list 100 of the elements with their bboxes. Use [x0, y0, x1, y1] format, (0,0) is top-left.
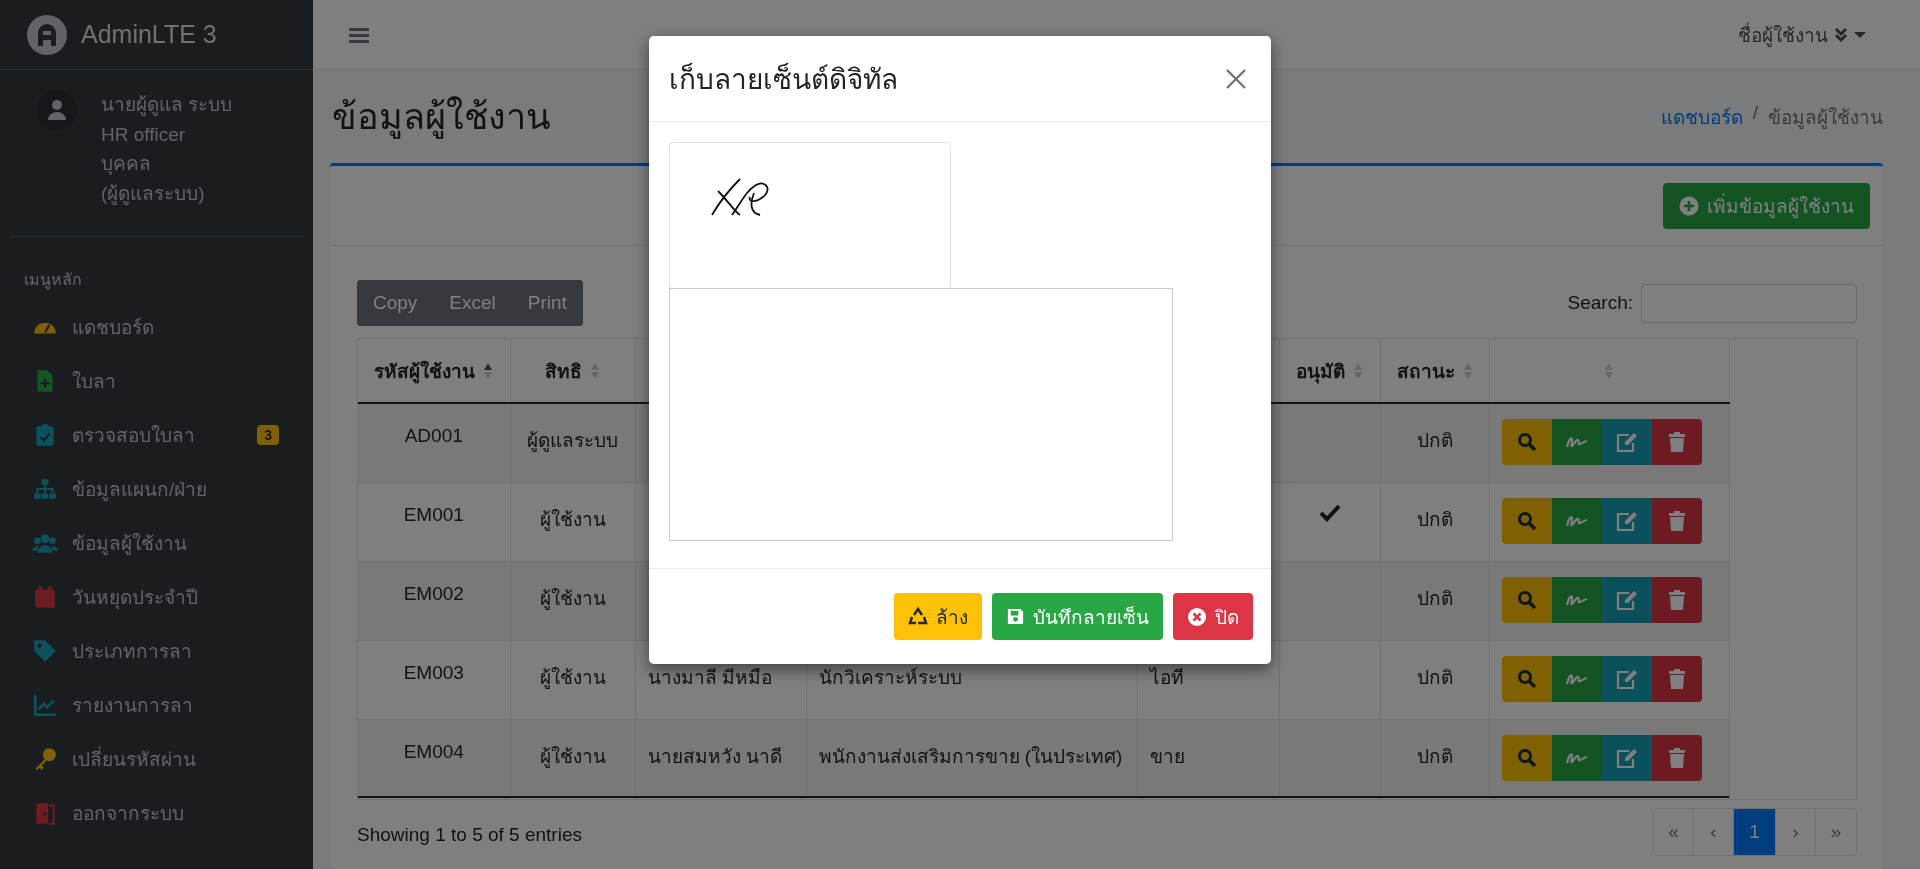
- view-button[interactable]: [1501, 655, 1552, 702]
- signature-icon: [1564, 513, 1589, 528]
- edit-icon: [1615, 432, 1638, 452]
- column-header[interactable]: สิทธิ: [510, 339, 635, 403]
- table-cell: พนักงานส่งเสริมการขาย (ในประเทศ): [818, 745, 1123, 767]
- save-icon: [1006, 607, 1025, 626]
- table-cell: ปกติ: [1416, 508, 1453, 530]
- edit-button[interactable]: [1601, 576, 1652, 623]
- sidebar-item[interactable]: แดชบอร์ด: [0, 300, 313, 354]
- search-icon: [1516, 510, 1537, 531]
- table-info: Showing 1 to 5 of 5 entries: [357, 824, 582, 846]
- clear-button[interactable]: ล้าง: [894, 593, 982, 640]
- sidebar-item[interactable]: ใบลา: [0, 354, 313, 408]
- close-button[interactable]: ปิด: [1173, 593, 1253, 640]
- double-chevron-icon: [1834, 26, 1848, 43]
- sidebar-item[interactable]: รายงานการลา: [0, 678, 313, 732]
- signature-button[interactable]: [1551, 497, 1602, 544]
- menu-icon[interactable]: [349, 25, 369, 44]
- signature-icon: [1564, 750, 1589, 765]
- breadcrumb-link[interactable]: แดชบอร์ด: [1660, 101, 1743, 132]
- user-info: HR officer: [101, 122, 187, 147]
- caret-icon: [1854, 30, 1866, 39]
- signature-button[interactable]: [1551, 419, 1602, 465]
- menu-header: เมนูหลัก: [23, 270, 83, 292]
- table-cell: ผู้ใช้งาน: [539, 745, 606, 767]
- user-menu[interactable]: ชื่อผู้ใช้งาน: [1732, 18, 1872, 51]
- page-button[interactable]: «: [1654, 809, 1694, 855]
- signature-icon: [1564, 592, 1589, 607]
- sidebar-item[interactable]: ออกจากระบบ: [0, 786, 313, 840]
- view-button[interactable]: [1501, 734, 1552, 781]
- plus-circle-icon: [1679, 195, 1699, 216]
- signature-icon: [1564, 671, 1589, 686]
- table-cell: ปกติ: [1416, 745, 1453, 767]
- search-icon: [1516, 432, 1537, 452]
- signature-icon: [1564, 435, 1589, 449]
- delete-button[interactable]: [1651, 419, 1702, 465]
- table-cell: ปกติ: [1416, 666, 1453, 688]
- column-header[interactable]: รหัสผู้ใช้งาน: [358, 339, 510, 403]
- signature-button[interactable]: [1551, 576, 1602, 623]
- view-button[interactable]: [1501, 419, 1552, 465]
- edit-button[interactable]: [1601, 734, 1652, 781]
- trash-icon: [1667, 668, 1686, 689]
- table-cell: ผู้ใช้งาน: [539, 587, 606, 609]
- signature-button[interactable]: [1551, 734, 1602, 781]
- search-icon: [1516, 747, 1537, 768]
- column-header[interactable]: สถานะ: [1380, 339, 1489, 403]
- table-cell: EM001: [403, 503, 464, 525]
- avatar-icon: [37, 90, 77, 130]
- logo-icon: [27, 14, 67, 55]
- signature-button[interactable]: [1551, 655, 1602, 702]
- delete-button[interactable]: [1651, 655, 1702, 702]
- table-cell: EM003: [403, 661, 464, 683]
- delete-button[interactable]: [1651, 497, 1702, 544]
- sidebar-item[interactable]: เปลี่ยนรหัสผ่าน: [0, 732, 313, 786]
- edit-icon: [1615, 510, 1638, 531]
- sidebar-item[interactable]: ข้อมูลแผนก/ฝ่าย: [0, 462, 313, 516]
- table-cell: ผู้ดูแลระบบ: [527, 430, 618, 451]
- dialog-title: เก็บลายเซ็นต์ดิจิทัล: [669, 61, 898, 97]
- trash-icon: [1667, 747, 1686, 768]
- search-label: Search:: [1567, 292, 1633, 314]
- search-field[interactable]: [1641, 283, 1857, 323]
- table-cell: ขาย: [1149, 745, 1185, 767]
- sidebar-item[interactable]: ประเภทการลา: [0, 624, 313, 678]
- close-icon: [1187, 606, 1207, 627]
- edit-button[interactable]: [1601, 419, 1652, 465]
- delete-button[interactable]: [1651, 734, 1702, 781]
- table-cell: AD001: [404, 425, 463, 446]
- brand-title[interactable]: AdminLTE 3: [81, 20, 217, 49]
- view-button[interactable]: [1501, 576, 1552, 623]
- page-title: ข้อมูลผู้ใช้งาน: [332, 95, 551, 141]
- trash-icon: [1667, 589, 1686, 610]
- column-header[interactable]: [1489, 339, 1729, 403]
- count-badge: 3: [257, 425, 279, 445]
- table-cell: ปกติ: [1416, 587, 1453, 609]
- table-cell: นักวิเคราะห์ระบบ: [818, 666, 962, 688]
- search-icon: [1516, 668, 1537, 689]
- page-button[interactable]: 1: [1734, 809, 1776, 855]
- sidebar-item[interactable]: ตรวจสอบใบลา 3: [0, 408, 313, 462]
- breadcrumb-separator: /: [1752, 101, 1758, 125]
- save-button[interactable]: บันทึกลายเซ็น: [992, 593, 1163, 640]
- column-header[interactable]: อนุมัติ: [1279, 339, 1380, 403]
- user-info: (ผู้ดูแลระบบ): [101, 181, 206, 207]
- delete-button[interactable]: [1651, 576, 1702, 623]
- sidebar-item[interactable]: ข้อมูลผู้ใช้งาน: [0, 516, 313, 570]
- edit-button[interactable]: [1601, 497, 1652, 544]
- table-cell: ผู้ใช้งาน: [539, 666, 606, 688]
- breadcrumb-current: ข้อมูลผู้ใช้งาน: [1768, 105, 1883, 131]
- table-cell: ผู้ใช้งาน: [539, 508, 606, 530]
- recycle-icon: [908, 606, 928, 627]
- trash-icon: [1667, 510, 1686, 531]
- table-cell: นายสมหวัง นาดี: [647, 745, 782, 767]
- table-cell: ปกติ: [1416, 430, 1453, 451]
- edit-button[interactable]: [1601, 655, 1652, 702]
- trash-icon: [1667, 432, 1686, 452]
- view-button[interactable]: [1501, 497, 1552, 544]
- table-cell: ไอที: [1149, 666, 1184, 688]
- add-user-button[interactable]: เพิ่มข้อมูลผู้ใช้งาน: [1663, 182, 1870, 229]
- search-icon: [1516, 589, 1537, 610]
- table-cell: EM004: [403, 740, 464, 762]
- sidebar-item[interactable]: วันหยุดประจำปี: [0, 570, 313, 624]
